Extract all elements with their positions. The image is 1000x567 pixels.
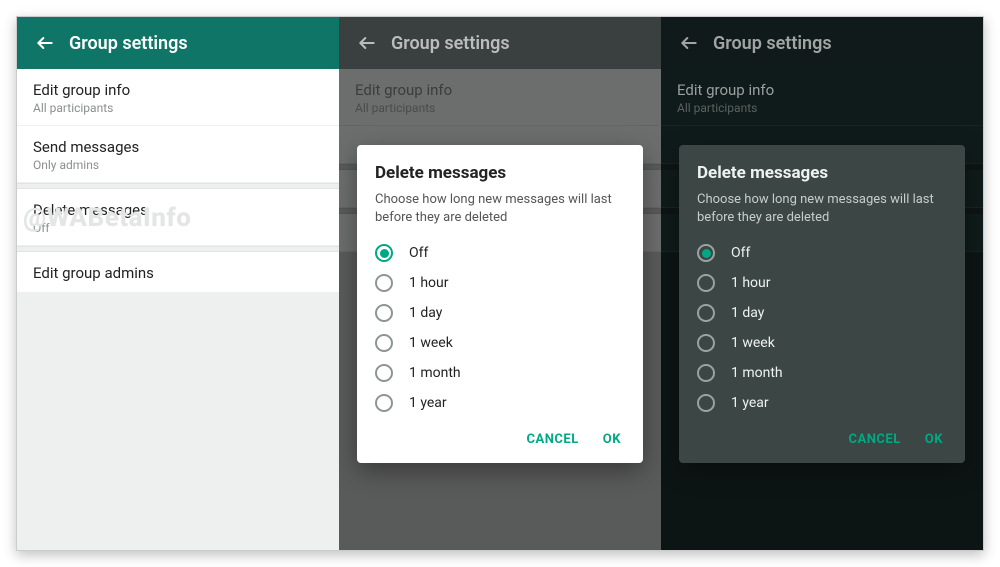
setting-edit-group-info: Edit group info All participants	[661, 69, 983, 126]
delete-messages-dialog: Delete messages Choose how long new mess…	[357, 145, 643, 463]
dialog-title: Delete messages	[697, 163, 947, 183]
radio-icon	[375, 394, 393, 412]
setting-title: Edit group info	[33, 81, 323, 99]
setting-send-messages[interactable]: Send messages Only admins	[17, 126, 339, 183]
setting-subtitle: Off	[33, 221, 323, 235]
back-button[interactable]	[29, 27, 61, 59]
option-label: 1 day	[731, 305, 764, 321]
cancel-button[interactable]: CANCEL	[527, 432, 579, 447]
option-1-month[interactable]: 1 month	[375, 358, 625, 388]
option-1-month[interactable]: 1 month	[697, 358, 947, 388]
settings-list: @WABetaInfo Edit group info All particip…	[17, 69, 339, 550]
option-label: Off	[409, 245, 428, 261]
setting-title: Edit group info	[677, 81, 967, 99]
radio-icon	[697, 304, 715, 322]
option-1-year[interactable]: 1 year	[697, 388, 947, 418]
cancel-button[interactable]: CANCEL	[849, 432, 901, 447]
option-label: Off	[731, 245, 750, 261]
option-1-week[interactable]: 1 week	[697, 328, 947, 358]
dialog-actions: CANCEL OK	[375, 418, 625, 455]
arrow-left-icon	[679, 33, 699, 53]
option-label: 1 year	[409, 395, 447, 411]
back-button[interactable]	[673, 27, 705, 59]
setting-edit-group-admins[interactable]: Edit group admins	[17, 252, 339, 293]
setting-edit-group-info: Edit group info All participants	[339, 69, 661, 126]
screenshot-frame: Group settings @WABetaInfo Edit group in…	[16, 16, 984, 551]
option-label: 1 week	[731, 335, 775, 351]
setting-title: Edit group info	[355, 81, 645, 99]
radio-icon	[697, 334, 715, 352]
dialog-title: Delete messages	[375, 163, 625, 183]
option-1-hour[interactable]: 1 hour	[375, 268, 625, 298]
app-header: Group settings	[17, 17, 339, 69]
setting-title: Edit group admins	[33, 264, 323, 282]
radio-icon	[697, 394, 715, 412]
radio-icon	[697, 274, 715, 292]
setting-subtitle: All participants	[355, 101, 645, 115]
setting-subtitle: All participants	[677, 101, 967, 115]
dialog-description: Choose how long new messages will last b…	[697, 191, 947, 226]
setting-subtitle: All participants	[33, 101, 323, 115]
option-1-day[interactable]: 1 day	[375, 298, 625, 328]
page-title: Group settings	[69, 33, 188, 54]
app-header: Group settings	[339, 17, 661, 69]
setting-title: Send messages	[33, 138, 323, 156]
page-title: Group settings	[713, 33, 832, 54]
back-button[interactable]	[351, 27, 383, 59]
radio-icon	[697, 364, 715, 382]
panel-dark-dialog: Group settings Edit group info All parti…	[661, 17, 983, 550]
option-1-hour[interactable]: 1 hour	[697, 268, 947, 298]
setting-delete-messages[interactable]: Delete messages Off	[17, 189, 339, 246]
option-off[interactable]: Off	[375, 238, 625, 268]
option-label: 1 week	[409, 335, 453, 351]
radio-icon	[375, 244, 393, 262]
option-label: 1 month	[731, 365, 783, 381]
option-label: 1 year	[731, 395, 769, 411]
app-header: Group settings	[661, 17, 983, 69]
option-1-week[interactable]: 1 week	[375, 328, 625, 358]
panel-light: Group settings @WABetaInfo Edit group in…	[17, 17, 339, 550]
panel-light-dialog: Group settings Edit group info All parti…	[339, 17, 661, 550]
dialog-actions: CANCEL OK	[697, 418, 947, 455]
radio-icon	[375, 364, 393, 382]
radio-icon	[375, 304, 393, 322]
option-1-year[interactable]: 1 year	[375, 388, 625, 418]
setting-edit-group-info[interactable]: Edit group info All participants	[17, 69, 339, 126]
page-title: Group settings	[391, 33, 510, 54]
arrow-left-icon	[35, 33, 55, 53]
radio-icon	[375, 334, 393, 352]
option-label: 1 hour	[731, 275, 771, 291]
option-label: 1 hour	[409, 275, 449, 291]
delete-messages-dialog: Delete messages Choose how long new mess…	[679, 145, 965, 463]
setting-subtitle: Only admins	[33, 158, 323, 172]
ok-button[interactable]: OK	[925, 432, 943, 447]
radio-icon	[375, 274, 393, 292]
arrow-left-icon	[357, 33, 377, 53]
setting-title: Delete messages	[33, 201, 323, 219]
dialog-description: Choose how long new messages will last b…	[375, 191, 625, 226]
radio-icon	[697, 244, 715, 262]
ok-button[interactable]: OK	[603, 432, 621, 447]
option-off[interactable]: Off	[697, 238, 947, 268]
option-label: 1 month	[409, 365, 461, 381]
option-1-day[interactable]: 1 day	[697, 298, 947, 328]
option-label: 1 day	[409, 305, 442, 321]
